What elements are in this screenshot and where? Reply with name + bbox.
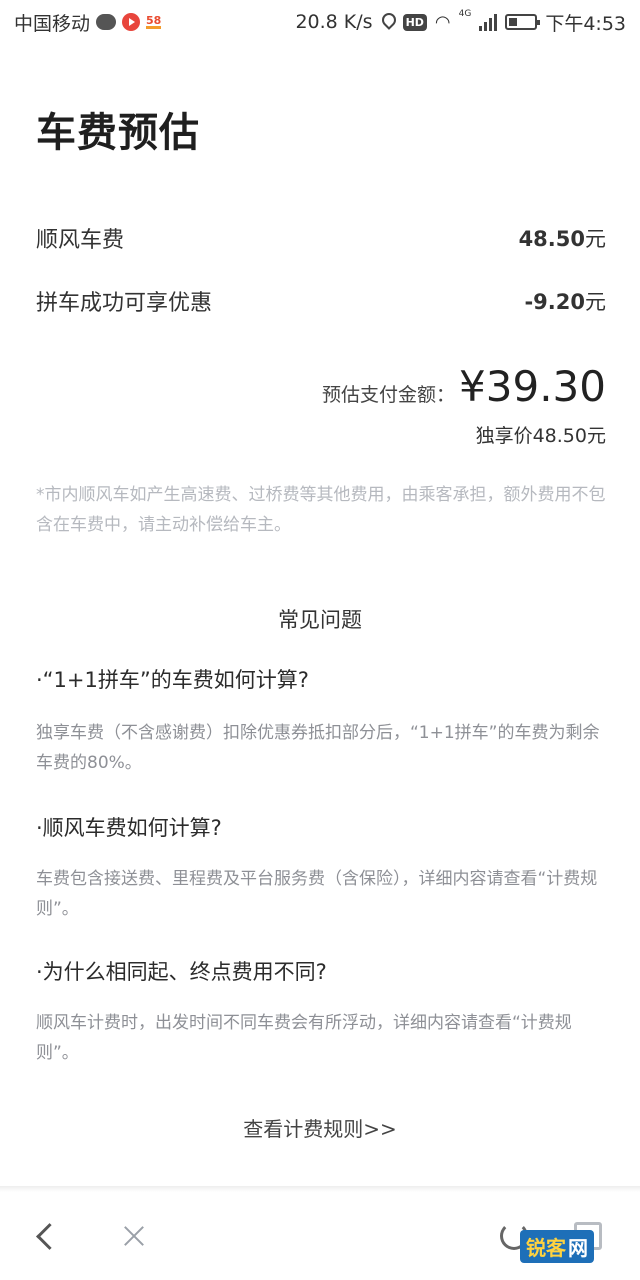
estimated-total: 预估支付金额： ¥39.30: [322, 362, 606, 411]
faq-question: ·顺风车费如何计算?: [36, 816, 222, 840]
faq-answer: 独享车费（不含感谢费）扣除优惠券抵扣部分后，“1+1拼车”的车费为剩余车费的80…: [36, 723, 600, 773]
ride-fee-label: 顺风车费: [36, 228, 125, 253]
close-icon[interactable]: [112, 1214, 156, 1258]
location-icon: [381, 13, 395, 31]
faq-answer: 顺风车计费时，出发时间不同车费会有所浮动，详细内容请查看“计费规则”。: [36, 1013, 572, 1063]
signal-icon: [479, 13, 498, 31]
estimated-total-amount: ¥39.30: [459, 362, 606, 411]
status-time: 下午4:53: [545, 12, 626, 35]
faq-question: ·“1+1拼车”的车费如何计算?: [36, 668, 309, 692]
faq-question: ·为什么相同起、终点费用不同?: [36, 960, 327, 984]
status-bar: 中国移动 58 20.8 K/s HD ◠ 4G 下午4:53: [0, 0, 640, 44]
discount-label: 拼车成功可享优惠: [36, 291, 213, 316]
extra-fee-notice: *市内顺风车如产生高速费、过桥费等其他费用，由乘客承担，额外费用不包含在车费中，…: [36, 485, 606, 535]
message-icon: [96, 14, 117, 30]
carrier-name: 中国移动: [14, 12, 91, 35]
ride-fee-row: 顺风车费 48.50元: [36, 222, 606, 254]
view-fee-rules-link[interactable]: 查看计费规则>>: [0, 1113, 640, 1142]
ride-fee-value: 48.50元: [518, 227, 606, 251]
network-type: 4G: [458, 8, 472, 19]
discount-row: 拼车成功可享优惠 -9.20元: [36, 285, 606, 317]
estimated-total-label: 预估支付金额：: [322, 384, 456, 406]
faq-answer: 车费包含接送费、里程费及平台服务费（含保险），详细内容请查看“计费规则”。: [36, 869, 598, 919]
wifi-icon: ◠: [434, 11, 451, 33]
video-app-icon: [122, 13, 141, 31]
battery-icon: [505, 14, 541, 30]
back-icon[interactable]: [24, 1214, 68, 1258]
exclusive-price: 独享价48.50元: [475, 425, 606, 447]
watermark-logo: 锐客网: [520, 1230, 594, 1263]
faq-title: 常见问题: [278, 608, 362, 632]
app-58-icon: 58: [146, 14, 162, 29]
discount-value: -9.20元: [524, 290, 606, 314]
hd-icon: HD: [402, 13, 427, 31]
page-title: 车费预估: [36, 110, 200, 156]
network-speed: 20.8 K/s: [295, 11, 373, 33]
